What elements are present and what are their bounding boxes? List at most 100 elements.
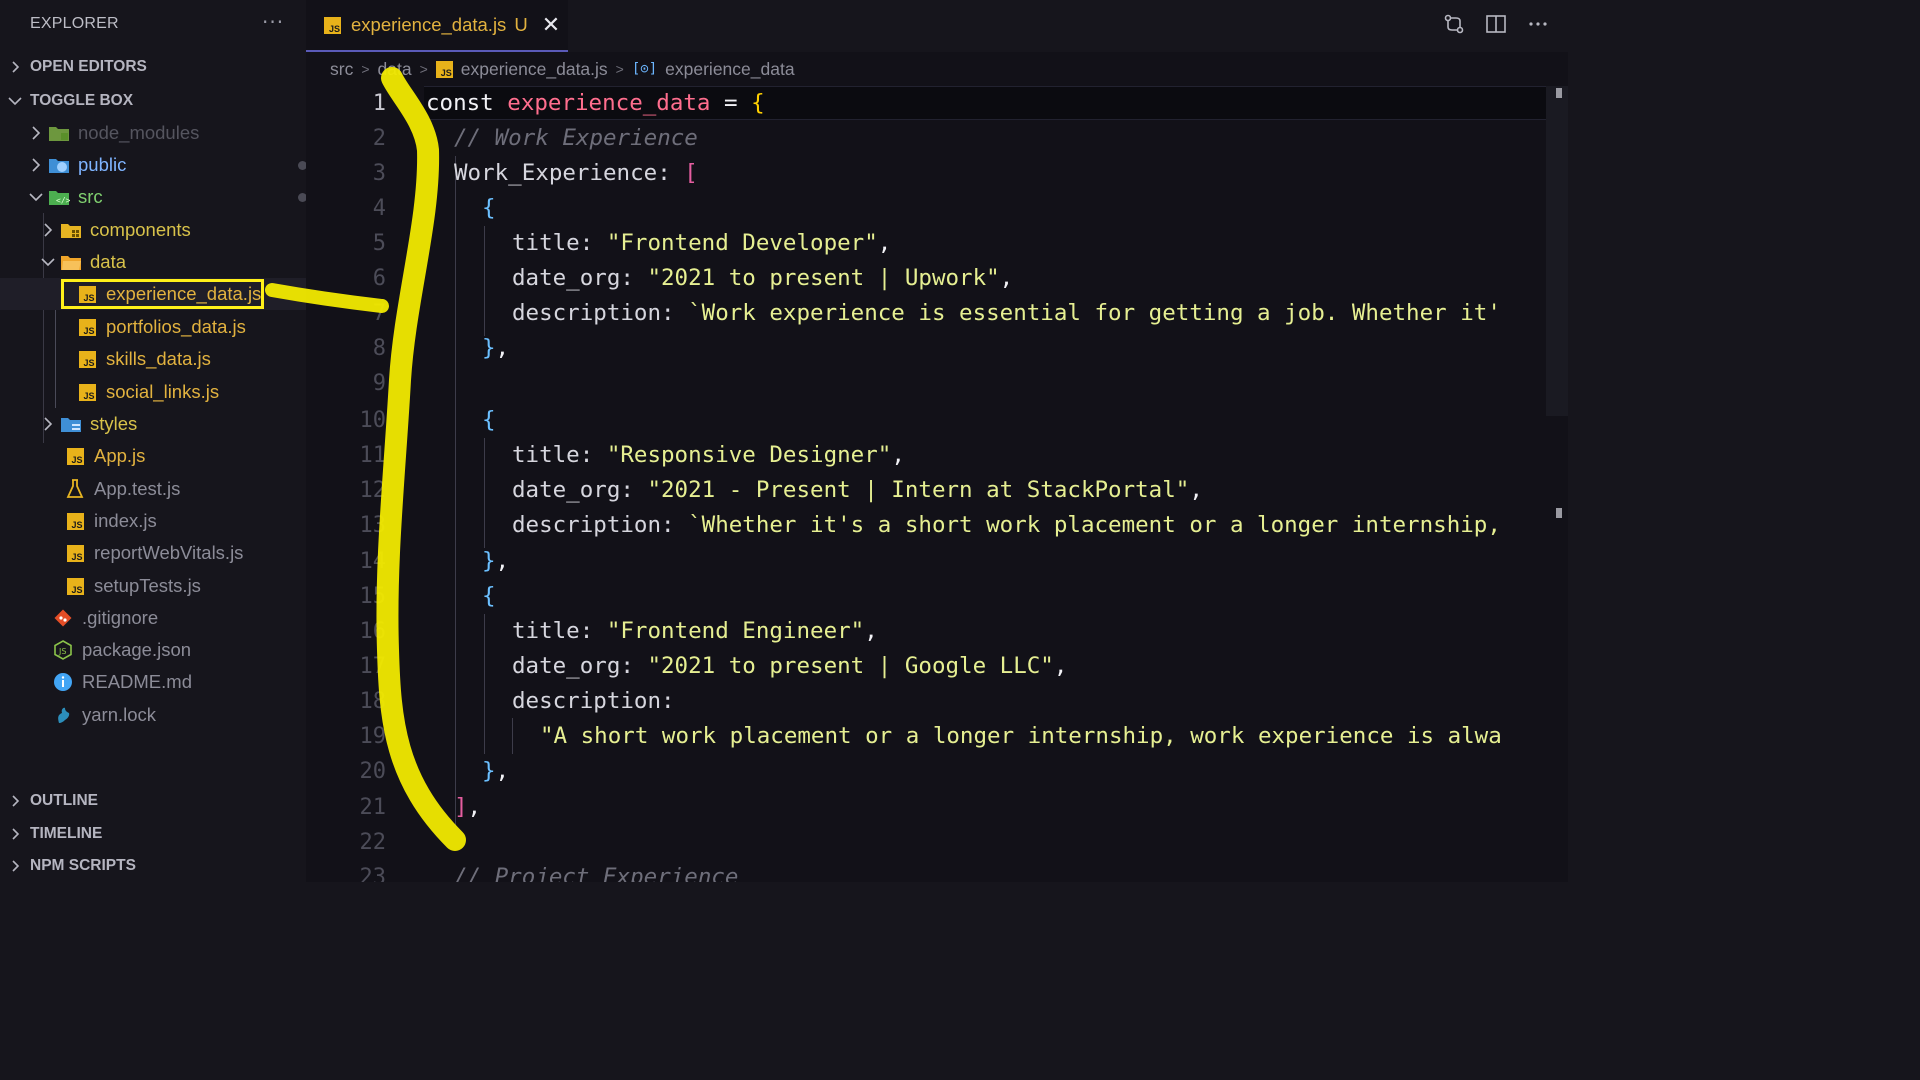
js-file-icon: JS [76,348,98,370]
tree-item-app-test[interactable]: App.test.js [0,473,306,505]
tree-item-report-web-vitals[interactable]: JS reportWebVitals.js [0,537,306,569]
svg-text:</>: </> [56,196,70,205]
tab-experience-data[interactable]: JS experience_data.js U ✕ [306,0,568,52]
timeline-section[interactable]: TIMELINE [0,820,306,848]
code-line: { [482,195,496,221]
js-file-icon: JS [64,445,86,467]
yarn-icon [52,704,74,726]
tree-item-setup-tests[interactable]: JS setupTests.js [0,570,306,602]
project-section[interactable]: TOGGLE BOX [0,87,306,115]
editor-pane: JS experience_data.js U ✕ src > data > J… [306,0,1568,882]
line-number: 12 [359,478,387,503]
line-number: 8 [372,336,386,361]
tree-item-yarn-lock[interactable]: yarn.lock [0,699,306,731]
chevron-right-icon [40,222,56,238]
folder-public-icon [48,154,70,176]
tab-label: experience_data.js [351,14,507,35]
code-line: description: [512,688,675,714]
chevron-down-icon [0,95,30,107]
code-line: }, [482,758,510,784]
chevron-right-icon [0,795,30,807]
breadcrumb-data[interactable]: data [378,59,412,80]
chevron-right-icon [28,157,44,173]
tree-item-readme[interactable]: README.md [0,666,306,698]
js-file-icon: JS [64,510,86,532]
outline-section[interactable]: OUTLINE [0,787,306,815]
breadcrumb-src[interactable]: src [330,59,353,80]
breadcrumb-symbol[interactable]: experience_data [665,59,794,80]
tree-item-components[interactable]: components [0,214,306,246]
line-number: 15 [359,584,387,609]
highlight-annotation-box [61,279,264,309]
explorer-title: EXPLORER [30,15,119,32]
breadcrumb-file[interactable]: experience_data.js [461,59,608,80]
tree-item-label: package.json [82,639,192,660]
code-line: title: "Responsive Designer", [512,442,905,468]
chevron-right-icon: > [615,61,624,77]
chevron-right-icon [0,61,30,73]
project-label: TOGGLE BOX [30,92,134,109]
more-actions-icon[interactable]: ··· [262,10,284,34]
code-line: "A short work placement or a longer inte… [540,723,1502,749]
code-line: ], [454,794,482,820]
js-file-icon: JS [64,575,86,597]
tree-item-portfolios-data[interactable]: JS portfolios_data.js U [0,311,306,343]
tree-item-app-js[interactable]: JS App.js M [0,440,306,472]
code-line: date_org: "2021 to present | Upwork", [512,265,1014,291]
tree-item-label: components [90,219,191,240]
js-file-icon: JS [435,60,453,78]
line-number: 21 [359,795,387,820]
js-file-icon: JS [324,16,341,34]
code-line: description: `Whether it's a short work … [512,512,1501,538]
compare-changes-icon[interactable] [1442,12,1466,36]
tree-item-skills-data[interactable]: JS skills_data.js U [0,343,306,375]
line-number: 22 [359,830,387,855]
tree-item-package-json[interactable]: JS package.json [0,634,306,666]
test-flask-icon [64,478,86,500]
split-editor-icon[interactable] [1484,12,1508,36]
tree-item-label: node_modules [78,122,200,143]
tree-item-src[interactable]: </> src [0,181,306,213]
tree-item-gitignore[interactable]: .gitignore [0,602,306,634]
code-editor[interactable]: 1 2 3 4 5 6 7 8 9 10 11 12 13 14 15 16 1… [306,86,1568,882]
more-actions-icon[interactable] [1526,12,1550,36]
folder-styles-icon [60,413,82,435]
line-number: 4 [372,196,386,221]
open-editors-section[interactable]: OPEN EDITORS [0,53,306,81]
tree-item-label: yarn.lock [82,704,157,725]
folder-src-open-icon: </> [48,186,70,208]
breadcrumb: src > data > JS experience_data.js > [⊙]… [330,56,795,82]
js-file-icon: JS [76,381,98,403]
line-number: 6 [372,266,386,291]
explorer-sidebar: EXPLORER ··· OPEN EDITORS TOGGLE BOX nod… [0,0,306,882]
code-line: // Work Experience [454,125,698,151]
chevron-right-icon [40,416,56,432]
svg-text:JS: JS [58,647,66,656]
line-number: 14 [359,549,387,574]
tree-item-social-links[interactable]: JS social_links.js U [0,376,306,408]
line-number: 9 [372,371,386,396]
code-line: date_org: "2021 - Present | Intern at St… [512,477,1203,503]
chevron-right-icon [28,125,44,141]
npm-scripts-section[interactable]: NPM SCRIPTS [0,852,306,880]
vertical-scrollbar[interactable] [1546,86,1568,416]
tree-item-public[interactable]: public [0,149,306,181]
close-icon[interactable]: ✕ [542,12,560,38]
tree-item-index-js[interactable]: JS index.js [0,505,306,537]
line-number: 23 [359,865,387,882]
code-line: Work_Experience: [ [454,160,698,186]
tree-item-label: public [78,154,127,175]
line-number: 13 [359,513,387,538]
line-number: 17 [359,654,387,679]
line-number: 7 [372,301,386,326]
code-line: { [482,407,496,433]
code-line: const experience_data = { [426,90,765,116]
npm-scripts-label: NPM SCRIPTS [30,857,136,874]
tree-item-node-modules[interactable]: node_modules [0,117,306,149]
line-number: 20 [359,759,387,784]
tree-item-data[interactable]: data [0,246,306,278]
tree-item-label: setupTests.js [94,575,201,596]
tree-item-styles[interactable]: styles [0,408,306,440]
tree-item-label: data [90,251,127,272]
nodejs-icon: JS [52,639,74,661]
